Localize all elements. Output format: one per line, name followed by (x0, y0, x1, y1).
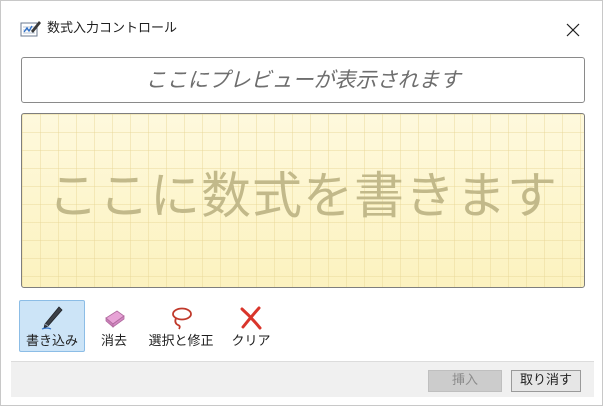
eraser-icon (101, 305, 127, 331)
tool-write-button[interactable]: 書き込み (19, 300, 85, 352)
math-input-window: 数式入力コントロール ここにプレビューが表示されます ここに数式を書きます 書き… (0, 0, 603, 406)
tool-write-label: 書き込み (25, 334, 78, 349)
close-icon (566, 23, 580, 37)
tool-select-correct-button[interactable]: 選択と修正 (141, 300, 221, 352)
lasso-icon (168, 305, 194, 331)
math-input-icon (20, 19, 42, 38)
insert-button[interactable]: 挿入 (428, 370, 502, 392)
footer-bar: 挿入 取り消す (11, 361, 594, 397)
clear-x-icon (238, 305, 264, 331)
tool-strip: 書き込み 消去 選択と修正 クリア (1, 298, 602, 354)
window-title: 数式入力コントロール (47, 21, 178, 36)
cancel-button[interactable]: 取り消す (511, 370, 581, 392)
tool-clear-button[interactable]: クリア (229, 300, 273, 352)
writing-canvas[interactable]: ここに数式を書きます (21, 113, 585, 288)
preview-box[interactable]: ここにプレビューが表示されます (21, 57, 585, 103)
pen-icon (39, 305, 65, 331)
tool-clear-label: クリア (231, 334, 271, 349)
tool-erase-button[interactable]: 消去 (93, 300, 135, 352)
close-button[interactable] (558, 16, 588, 42)
title-bar: 数式入力コントロール (1, 1, 602, 41)
preview-placeholder: ここにプレビューが表示されます (145, 68, 461, 92)
canvas-hint-text: ここに数式を書きます (48, 167, 558, 225)
tool-erase-label: 消去 (100, 334, 127, 349)
tool-select-correct-label: 選択と修正 (148, 334, 214, 349)
